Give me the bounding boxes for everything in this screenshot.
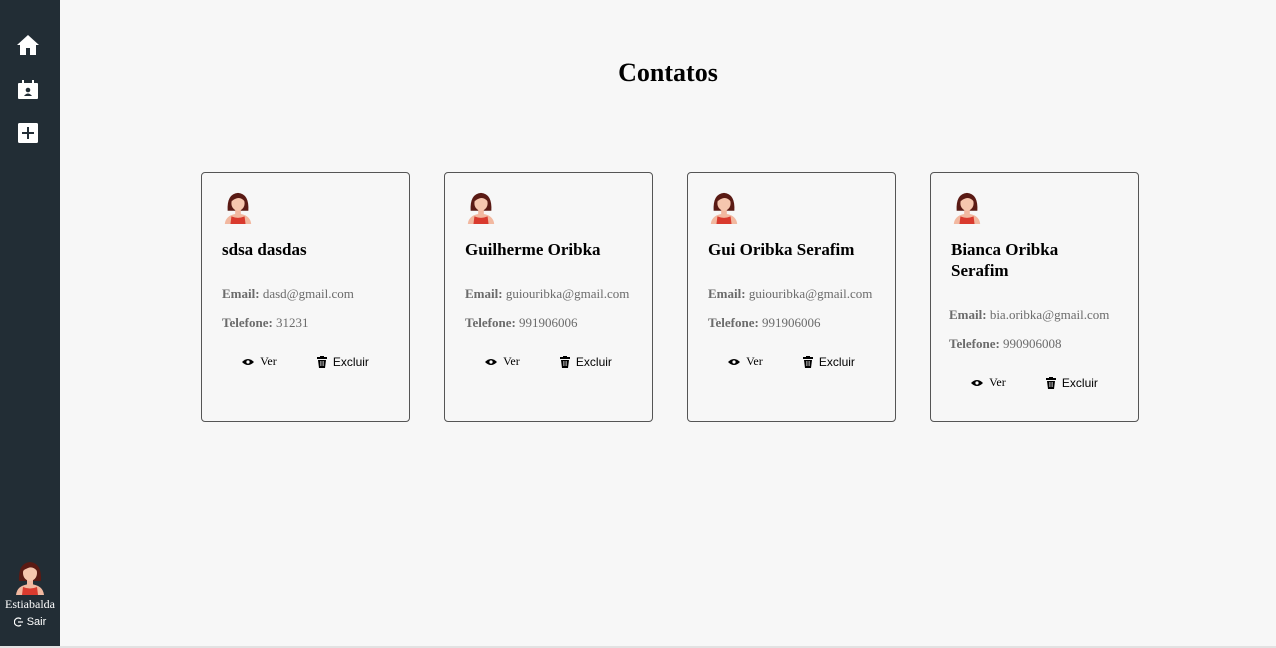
contact-list: sdsa dasdas Email: dasd@gmail.com Telefo…	[201, 172, 1139, 422]
page-title: Contatos	[618, 58, 718, 87]
contact-card: sdsa dasdas Email: dasd@gmail.com Telefo…	[201, 172, 410, 422]
trash-icon	[802, 355, 813, 368]
view-button[interactable]: Ver	[728, 354, 763, 369]
phone-value: 991906006	[762, 315, 821, 330]
card-actions: Ver Excluir	[951, 375, 1118, 390]
phone-value: 991906006	[519, 315, 578, 330]
phone-value: 31231	[276, 315, 309, 330]
email-label: Email:	[465, 286, 503, 301]
delete-button[interactable]: Excluir	[559, 354, 612, 369]
contact-phone: Telefone: 991906006	[708, 315, 875, 331]
logout-button[interactable]: Sair	[13, 616, 47, 628]
view-label: Ver	[260, 354, 277, 368]
contact-card: Bianca Oribka Serafim Email: bia.oribka@…	[930, 172, 1139, 422]
eye-icon	[485, 358, 498, 365]
eye-icon	[728, 358, 741, 365]
email-value: bia.oribka@gmail.com	[989, 307, 1110, 322]
contact-fields: Email: dasd@gmail.com Telefone: 31231	[222, 286, 389, 331]
phone-label: Telefone:	[949, 336, 1000, 351]
email-label: Email:	[708, 286, 746, 301]
delete-button[interactable]: Excluir	[1045, 375, 1098, 390]
home-icon[interactable]	[16, 33, 40, 57]
phone-label: Telefone:	[222, 315, 273, 330]
contact-phone: Telefone: 991906006	[465, 315, 632, 331]
view-button[interactable]: Ver	[485, 354, 520, 369]
logout-icon	[13, 617, 23, 627]
contact-fields: Email: guiouribka@gmail.com Telefone: 99…	[465, 286, 632, 331]
delete-label: Excluir	[1061, 375, 1098, 390]
delete-button[interactable]: Excluir	[802, 354, 855, 369]
view-label: Ver	[989, 375, 1006, 389]
contact-fields: Email: bia.oribka@gmail.com Telefone: 99…	[949, 307, 1118, 352]
trash-icon	[1045, 376, 1056, 389]
view-label: Ver	[746, 354, 763, 368]
delete-label: Excluir	[818, 354, 855, 369]
contact-name: Gui Oribka Serafim	[708, 240, 855, 259]
view-label: Ver	[503, 354, 520, 368]
sidebar: Estiabalda Sair	[0, 0, 60, 648]
woman-avatar-icon	[953, 192, 981, 224]
contact-email: Email: bia.oribka@gmail.com	[949, 307, 1118, 323]
email-label: Email:	[949, 307, 987, 322]
view-button[interactable]: Ver	[242, 354, 277, 369]
card-actions: Ver Excluir	[465, 354, 632, 369]
email-value: guiouribka@gmail.com	[748, 286, 873, 301]
plus-square-icon[interactable]	[16, 121, 40, 145]
contact-email: Email: guiouribka@gmail.com	[465, 286, 632, 302]
phone-value: 990906008	[1003, 336, 1062, 351]
phone-label: Telefone:	[465, 315, 516, 330]
woman-avatar-icon	[16, 562, 44, 595]
trash-icon	[559, 355, 570, 368]
eye-icon	[971, 379, 984, 386]
trash-icon	[316, 355, 327, 368]
contact-calendar-icon[interactable]	[16, 78, 40, 102]
woman-avatar-icon	[467, 192, 495, 224]
delete-label: Excluir	[575, 354, 612, 369]
woman-avatar-icon	[224, 192, 252, 224]
email-label: Email:	[222, 286, 260, 301]
woman-avatar-icon	[710, 192, 738, 224]
view-button[interactable]: Ver	[971, 375, 1006, 390]
contact-card: Gui Oribka Serafim Email: guiouribka@gma…	[687, 172, 896, 422]
user-name: Estiabalda	[5, 597, 55, 611]
contact-card: Guilherme Oribka Email: guiouribka@gmail…	[444, 172, 653, 422]
contact-name: sdsa dasdas	[222, 240, 307, 259]
contact-email: Email: guiouribka@gmail.com	[708, 286, 875, 302]
logout-label: Sair	[26, 616, 47, 628]
user-block: Estiabalda Sair	[0, 559, 60, 632]
phone-label: Telefone:	[708, 315, 759, 330]
delete-button[interactable]: Excluir	[316, 354, 369, 369]
contact-name: Bianca Oribka Serafim	[951, 240, 1059, 280]
contact-name: Guilherme Oribka	[465, 240, 601, 259]
contact-email: Email: dasd@gmail.com	[222, 286, 389, 302]
email-value: guiouribka@gmail.com	[505, 286, 630, 301]
contact-phone: Telefone: 31231	[222, 315, 389, 331]
contact-fields: Email: guiouribka@gmail.com Telefone: 99…	[708, 286, 875, 331]
email-value: dasd@gmail.com	[262, 286, 354, 301]
eye-icon	[242, 358, 255, 365]
delete-label: Excluir	[332, 354, 369, 369]
main-content: Contatos sdsa dasdas Email: dasd@gmail.c…	[60, 0, 1276, 646]
contact-phone: Telefone: 990906008	[949, 336, 1118, 352]
card-actions: Ver Excluir	[222, 354, 389, 369]
card-actions: Ver Excluir	[708, 354, 875, 369]
